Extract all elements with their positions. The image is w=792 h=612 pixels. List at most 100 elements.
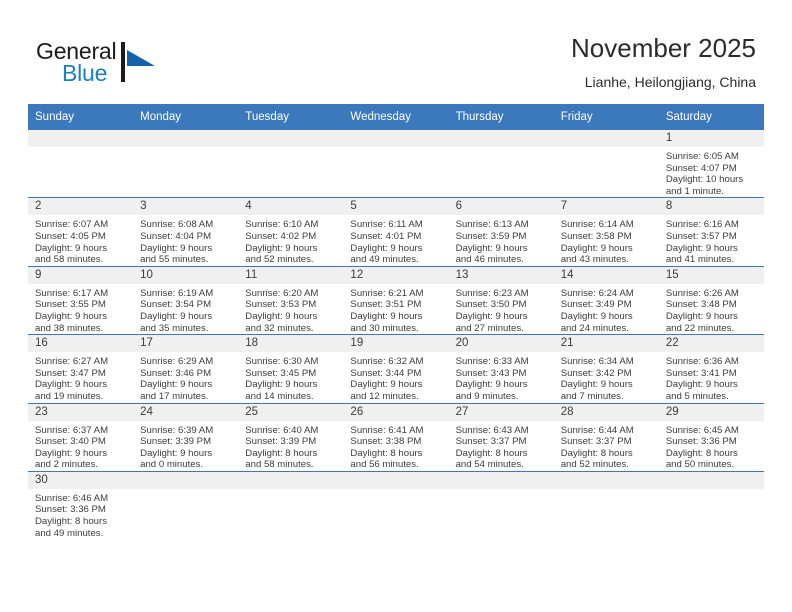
day-details: Sunrise: 6:41 AM Sunset: 3:38 PM Daylight:… — [343, 421, 448, 471]
sunrise-text: Sunrise: 6:05 AM — [665, 151, 739, 162]
day-cell[interactable]: 26 Sunrise: 6:41 AM Sunset: 3:38 PM Dayligh… — [343, 402, 449, 472]
sunset-text: Sunset: 3:46 PM — [140, 367, 212, 379]
day-number — [133, 130, 239, 147]
daylight-text-line1: Daylight: 10 hours — [665, 174, 744, 186]
day-cell[interactable]: 18 Sunrise: 6:30 AM Sunset: 3:45 PM Dayligh… — [238, 334, 344, 403]
day-details: Sunrise: 6:24 AM Sunset: 3:49 PM Daylight:… — [554, 284, 659, 334]
day-cell[interactable]: 22 Sunrise: 6:36 AM Sunset: 3:41 PM Dayligh… — [658, 334, 764, 403]
week-row: 30 Sunrise: 6:46 AM Sunset: 3:36 PM Dayligh… — [28, 470, 764, 540]
day-details: Sunrise: 6:34 AM Sunset: 3:42 PM Daylight:… — [554, 352, 659, 402]
sunset-text: Sunset: 3:41 PM — [665, 367, 737, 379]
sunrise-text: Sunrise: 6:33 AM — [455, 356, 529, 368]
sunset-text: Sunset: 3:45 PM — [245, 367, 317, 379]
day-number: 25 — [238, 403, 344, 421]
daylight-text-line2: and 7 minutes. — [560, 390, 624, 402]
day-cell[interactable]: 20 Sunrise: 6:33 AM Sunset: 3:43 PM Dayligh… — [448, 334, 554, 403]
day-cell[interactable]: 1 Sunrise: 6:05 AM Sunset: 4:07 PM Daylight… — [658, 128, 764, 198]
day-number: 9 — [28, 266, 134, 284]
sunrise-text: Sunrise: 6:20 AM — [245, 287, 319, 299]
sunrise-text: Sunrise: 6:21 AM — [350, 287, 424, 299]
day-cell-empty — [448, 470, 554, 540]
day-details: Sunrise: 6:17 AM Sunset: 3:55 PM Daylight:… — [28, 284, 133, 334]
day-cell[interactable]: 14 Sunrise: 6:24 AM Sunset: 3:49 PM Dayligh… — [553, 265, 659, 335]
sunset-text: Sunset: 3:59 PM — [455, 230, 527, 242]
sunset-text: Sunset: 4:04 PM — [140, 230, 212, 242]
day-cell-empty — [658, 470, 764, 540]
sunrise-text: Sunrise: 6:34 AM — [560, 356, 634, 368]
week-row: 2 Sunrise: 6:07 AM Sunset: 4:05 PM Daylight… — [28, 197, 764, 267]
day-cell[interactable]: 25 Sunrise: 6:40 AM Sunset: 3:39 PM Dayligh… — [238, 402, 344, 472]
sunset-text: Sunset: 3:44 PM — [350, 367, 422, 379]
day-cell-empty — [238, 470, 344, 540]
daylight-text-line2: and 19 minutes. — [35, 390, 104, 402]
day-cell[interactable]: 5 Sunrise: 6:11 AM Sunset: 4:01 PM Daylight… — [343, 197, 449, 267]
day-cell[interactable]: 21 Sunrise: 6:34 AM Sunset: 3:42 PM Dayligh… — [553, 334, 659, 403]
day-cell[interactable]: 24 Sunrise: 6:39 AM Sunset: 3:39 PM Dayligh… — [133, 402, 239, 472]
day-cell[interactable]: 2 Sunrise: 6:07 AM Sunset: 4:05 PM Daylight… — [28, 197, 134, 267]
day-cell[interactable]: 17 Sunrise: 6:29 AM Sunset: 3:46 PM Dayligh… — [133, 334, 239, 403]
day-number — [343, 130, 449, 147]
day-cell[interactable]: 13 Sunrise: 6:23 AM Sunset: 3:50 PM Dayligh… — [448, 265, 554, 335]
daylight-text-line2: and 55 minutes. — [140, 254, 209, 266]
daylight-text-line2: and 2 minutes. — [35, 459, 98, 471]
day-cell-empty — [343, 470, 449, 540]
day-details: Sunrise: 6:07 AM Sunset: 4:05 PM Daylight:… — [28, 215, 133, 265]
sunset-text: Sunset: 3:51 PM — [350, 299, 422, 311]
sunrise-text: Sunrise: 6:39 AM — [140, 424, 214, 436]
daylight-text-line2: and 35 minutes. — [140, 322, 209, 334]
daylight-text-line2: and 43 minutes. — [560, 254, 629, 266]
daylight-text-line2: and 46 minutes. — [455, 254, 524, 266]
page-header: General Blue November 2025 Lianhe, Heilo… — [0, 0, 792, 104]
daylight-text-line2: and 54 minutes. — [455, 459, 524, 471]
sunset-text: Sunset: 3:36 PM — [35, 504, 106, 516]
day-cell[interactable]: 6 Sunrise: 6:13 AM Sunset: 3:59 PM Daylight… — [448, 197, 554, 267]
sunrise-text: Sunrise: 6:30 AM — [245, 356, 319, 368]
daylight-text-line2: and 1 minute. — [665, 185, 724, 197]
weekday-header-tuesday: Tuesday — [238, 104, 344, 130]
day-cell[interactable]: 16 Sunrise: 6:27 AM Sunset: 3:47 PM Dayligh… — [28, 334, 134, 403]
day-details: Sunrise: 6:40 AM Sunset: 3:39 PM Daylight:… — [238, 421, 343, 471]
sunrise-text: Sunrise: 6:24 AM — [560, 287, 634, 299]
sunset-text: Sunset: 3:49 PM — [560, 299, 632, 311]
day-cell[interactable]: 7 Sunrise: 6:14 AM Sunset: 3:58 PM Daylight… — [553, 197, 659, 267]
daylight-text-line1: Daylight: 9 hours — [140, 242, 213, 254]
day-cell-empty — [553, 470, 659, 540]
day-number: 2 — [28, 198, 134, 216]
day-number: 28 — [553, 403, 659, 421]
daylight-text-line2: and 32 minutes. — [245, 322, 314, 334]
day-details: Sunrise: 6:29 AM Sunset: 3:46 PM Daylight:… — [133, 352, 238, 402]
day-cell[interactable]: 11 Sunrise: 6:20 AM Sunset: 3:53 PM Dayligh… — [238, 265, 344, 335]
day-cell[interactable]: 10 Sunrise: 6:19 AM Sunset: 3:54 PM Dayligh… — [133, 265, 239, 335]
sunrise-text: Sunrise: 6:37 AM — [35, 424, 109, 436]
day-details: Sunrise: 6:45 AM Sunset: 3:36 PM Daylight:… — [659, 421, 764, 471]
day-cell[interactable]: 23 Sunrise: 6:37 AM Sunset: 3:40 PM Dayligh… — [28, 402, 134, 472]
daylight-text-line2: and 24 minutes. — [560, 322, 629, 334]
sunset-text: Sunset: 3:38 PM — [350, 436, 422, 448]
day-cell[interactable]: 29 Sunrise: 6:45 AM Sunset: 3:36 PM Dayligh… — [658, 402, 764, 472]
day-cell[interactable]: 19 Sunrise: 6:32 AM Sunset: 3:44 PM Dayligh… — [343, 334, 449, 403]
day-cell[interactable]: 27 Sunrise: 6:43 AM Sunset: 3:37 PM Dayligh… — [448, 402, 554, 472]
day-number: 21 — [553, 335, 659, 353]
day-cell[interactable]: 3 Sunrise: 6:08 AM Sunset: 4:04 PM Daylight… — [133, 197, 239, 267]
sunset-text: Sunset: 3:50 PM — [455, 299, 527, 311]
day-cell[interactable]: 15 Sunrise: 6:26 AM Sunset: 3:48 PM Dayligh… — [658, 265, 764, 335]
sunrise-text: Sunrise: 6:16 AM — [665, 219, 739, 231]
day-cell[interactable]: 9 Sunrise: 6:17 AM Sunset: 3:55 PM Daylight… — [28, 265, 134, 335]
daylight-text-line2: and 49 minutes. — [350, 254, 419, 266]
day-cell[interactable]: 8 Sunrise: 6:16 AM Sunset: 3:57 PM Daylight… — [658, 197, 764, 267]
day-number — [28, 130, 134, 147]
sunrise-text: Sunrise: 6:36 AM — [665, 356, 739, 368]
brand-logo[interactable]: General Blue — [36, 38, 236, 92]
day-number: 19 — [343, 335, 449, 353]
day-number: 3 — [133, 198, 239, 216]
day-number — [448, 130, 554, 147]
sunrise-text: Sunrise: 6:08 AM — [140, 219, 214, 231]
day-cell[interactable]: 28 Sunrise: 6:44 AM Sunset: 3:37 PM Dayligh… — [553, 402, 659, 472]
day-cell[interactable]: 12 Sunrise: 6:21 AM Sunset: 3:51 PM Dayligh… — [343, 265, 449, 335]
day-details: Sunrise: 6:30 AM Sunset: 3:45 PM Daylight:… — [238, 352, 343, 402]
daylight-text-line2: and 9 minutes. — [455, 390, 519, 402]
weekday-header-wednesday: Wednesday — [343, 104, 449, 130]
day-cell[interactable]: 4 Sunrise: 6:10 AM Sunset: 4:02 PM Daylight… — [238, 197, 344, 267]
day-cell[interactable]: 30 Sunrise: 6:46 AM Sunset: 3:36 PM Dayligh… — [28, 470, 134, 540]
day-details: Sunrise: 6:13 AM Sunset: 3:59 PM Daylight:… — [449, 215, 554, 265]
